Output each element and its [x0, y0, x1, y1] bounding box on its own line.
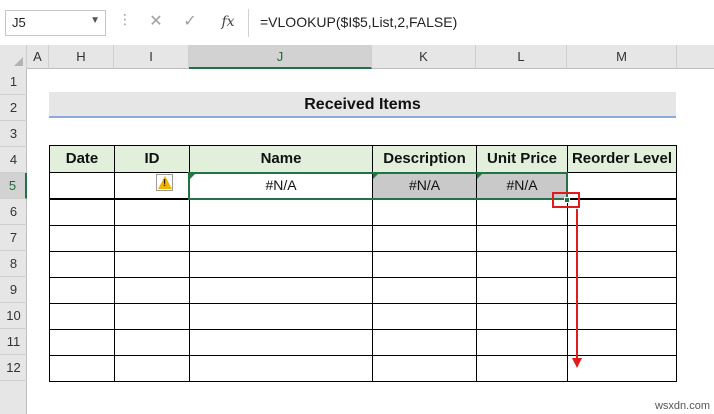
warning-icon[interactable]: ! — [156, 174, 173, 191]
row-headers: 1 2 3 4 5 6 7 8 9 10 11 12 — [0, 69, 27, 414]
cell-k6[interactable] — [372, 199, 477, 226]
cell-h9[interactable] — [49, 277, 115, 304]
cell-h10[interactable] — [49, 303, 115, 330]
row-header-6[interactable]: 6 — [0, 199, 27, 225]
cell-h8[interactable] — [49, 251, 115, 278]
header-unit-price[interactable]: Unit Price — [476, 145, 568, 173]
row-header-2[interactable]: 2 — [0, 95, 27, 121]
row-header-12[interactable]: 12 — [0, 355, 27, 381]
column-header-m[interactable]: M — [567, 45, 677, 69]
header-date[interactable]: Date — [49, 145, 115, 173]
cell-j12[interactable] — [189, 355, 373, 382]
name-box[interactable]: J5 ▼ — [5, 10, 106, 36]
cell-i8[interactable] — [114, 251, 190, 278]
fill-handle-highlight — [552, 192, 580, 208]
cell-j6[interactable] — [189, 199, 373, 226]
column-header-k[interactable]: K — [372, 45, 476, 69]
cell-k11[interactable] — [372, 329, 477, 356]
row-header-10[interactable]: 10 — [0, 303, 27, 329]
cell-i6[interactable] — [114, 199, 190, 226]
cell-i11[interactable] — [114, 329, 190, 356]
cell-i10[interactable] — [114, 303, 190, 330]
more-options-icon[interactable]: ⋮ — [118, 12, 132, 26]
cell-m8[interactable] — [567, 251, 677, 278]
active-cell-selection — [188, 172, 568, 200]
cell-j11[interactable] — [189, 329, 373, 356]
column-header-j[interactable]: J — [189, 45, 372, 69]
cancel-formula-button[interactable]: ✕ — [146, 12, 166, 32]
column-header-i[interactable]: I — [114, 45, 189, 69]
cell-m6[interactable] — [567, 199, 677, 226]
cell-m5[interactable] — [567, 172, 677, 199]
cell-k9[interactable] — [372, 277, 477, 304]
cell-i12[interactable] — [114, 355, 190, 382]
cell-h7[interactable] — [49, 225, 115, 252]
cell-k8[interactable] — [372, 251, 477, 278]
cell-h5[interactable] — [49, 172, 115, 199]
formula-input[interactable]: =VLOOKUP($I$5,List,2,FALSE) — [256, 10, 706, 36]
column-header-l[interactable]: L — [476, 45, 567, 69]
cell-l10[interactable] — [476, 303, 568, 330]
name-box-value: J5 — [12, 15, 26, 30]
formula-bar-divider — [248, 9, 249, 37]
row-header-11[interactable]: 11 — [0, 329, 27, 355]
header-id[interactable]: ID — [114, 145, 190, 173]
column-header-h[interactable]: H — [49, 45, 114, 69]
formula-bar: J5 ▼ ⋮ ✕ ✓ fx =VLOOKUP($I$5,List,2,FALSE… — [0, 0, 714, 45]
row-header-8[interactable]: 8 — [0, 251, 27, 277]
row-header-1[interactable]: 1 — [0, 69, 27, 95]
cell-j7[interactable] — [189, 225, 373, 252]
cell-l7[interactable] — [476, 225, 568, 252]
cell-i9[interactable] — [114, 277, 190, 304]
row-header-4[interactable]: 4 — [0, 147, 27, 173]
drag-arrow-line — [576, 209, 578, 359]
cell-h11[interactable] — [49, 329, 115, 356]
cell-j8[interactable] — [189, 251, 373, 278]
watermark: wsxdn.com — [654, 400, 710, 412]
cell-l9[interactable] — [476, 277, 568, 304]
chevron-down-icon[interactable]: ▼ — [90, 15, 100, 26]
cell-k7[interactable] — [372, 225, 477, 252]
cell-j10[interactable] — [189, 303, 373, 330]
row-header-7[interactable]: 7 — [0, 225, 27, 251]
insert-function-button[interactable]: fx — [216, 12, 240, 32]
row-header-3[interactable]: 3 — [0, 121, 27, 147]
cell-m9[interactable] — [567, 277, 677, 304]
cell-i5[interactable] — [114, 172, 190, 199]
arrow-down-icon — [572, 358, 582, 368]
cell-m12[interactable] — [567, 355, 677, 382]
header-name[interactable]: Name — [189, 145, 373, 173]
cell-l12[interactable] — [476, 355, 568, 382]
cell-k10[interactable] — [372, 303, 477, 330]
column-headers: A H I J K L M — [0, 45, 714, 69]
cell-j9[interactable] — [189, 277, 373, 304]
cell-h12[interactable] — [49, 355, 115, 382]
cell-l11[interactable] — [476, 329, 568, 356]
cell-l8[interactable] — [476, 251, 568, 278]
cell-i7[interactable] — [114, 225, 190, 252]
cell-m10[interactable] — [567, 303, 677, 330]
row-header-5[interactable]: 5 — [0, 173, 27, 199]
column-header-a[interactable]: A — [27, 45, 49, 69]
enter-formula-button[interactable]: ✓ — [180, 12, 200, 32]
row-header-9[interactable]: 9 — [0, 277, 27, 303]
select-all-button[interactable] — [0, 45, 27, 69]
cell-k12[interactable] — [372, 355, 477, 382]
header-reorder-level[interactable]: Reorder Level — [567, 145, 677, 173]
cell-m7[interactable] — [567, 225, 677, 252]
header-description[interactable]: Description — [372, 145, 477, 173]
cell-m11[interactable] — [567, 329, 677, 356]
cell-h6[interactable] — [49, 199, 115, 226]
sheet-title: Received Items — [49, 92, 676, 118]
